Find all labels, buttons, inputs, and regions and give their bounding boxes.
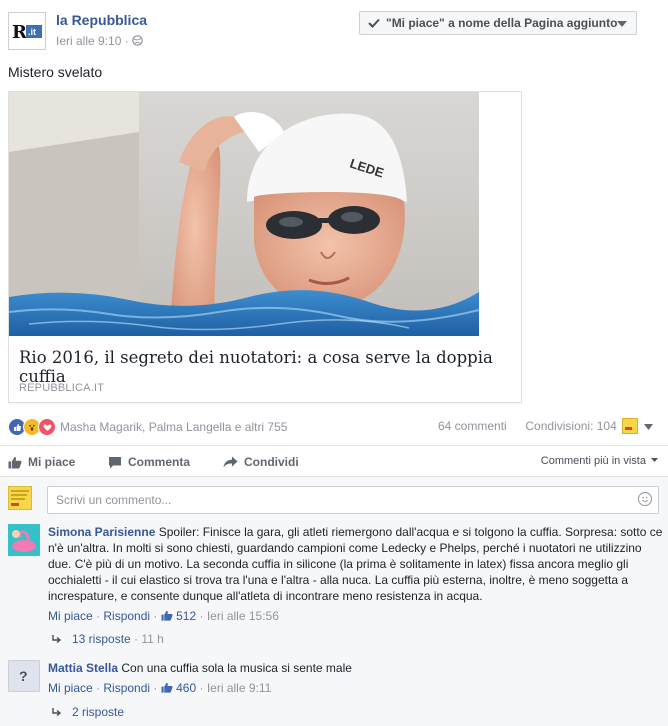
replies-count: 13 risposte — [72, 632, 131, 646]
page-liked-label: "Mi piace" a nome della Pagina aggiunto — [386, 16, 618, 30]
thumbs-up-icon — [161, 610, 173, 621]
like-label: Mi piace — [28, 455, 76, 469]
svg-text:R: R — [12, 22, 28, 43]
like-button[interactable]: Mi piace — [8, 455, 75, 469]
repubblica-logo-icon: R .it — [12, 22, 42, 43]
chevron-down-icon — [617, 21, 627, 27]
comment-placeholder: Scrivi un commento... — [56, 493, 172, 507]
comments-count[interactable]: 64 commenti — [438, 419, 507, 433]
comment-body: Mattia Stella Con una cuffia sola la mus… — [48, 660, 663, 676]
reply-arrow-icon — [52, 708, 62, 716]
emoji-icon[interactable] — [638, 492, 652, 506]
page-name[interactable]: la Repubblica — [56, 12, 147, 28]
share-as-avatar[interactable] — [622, 418, 638, 434]
link-preview-card[interactable]: LEDE Rio 2016, il segreto dei nuotatori:… — [8, 91, 522, 403]
svg-text:?: ? — [19, 668, 28, 684]
comment-time[interactable]: Ieri alle 15:56 — [207, 609, 279, 623]
comment-reply-link[interactable]: Rispondi — [103, 681, 150, 695]
comment-button[interactable]: Commenta — [108, 455, 190, 469]
thumbs-up-icon — [8, 456, 22, 468]
link-domain: REPUBBLICA.IT — [19, 382, 105, 394]
comment-text: Con una cuffia sola la musica si sente m… — [121, 661, 352, 675]
love-reaction-icon — [38, 418, 56, 436]
checkmark-icon — [368, 18, 380, 28]
comment-like-link[interactable]: Mi piace — [48, 681, 93, 695]
comment-like-count[interactable]: 512 — [176, 609, 196, 623]
comment-body: Simona Parisienne Spoiler: Finisce la ga… — [48, 524, 663, 604]
reaction-names[interactable]: Masha Magarik, Palma Langella e altri 75… — [60, 420, 287, 434]
thumbs-up-icon — [161, 682, 173, 693]
view-replies-link[interactable]: 13 risposte · 11 h — [52, 632, 164, 646]
post-action-bar: Mi piace Commenta Condividi Commenti più… — [0, 445, 668, 477]
comment-time[interactable]: Ieri alle 9:11 — [207, 681, 271, 695]
comment-reply-link[interactable]: Rispondi — [103, 609, 150, 623]
share-as-chevron-icon[interactable] — [644, 424, 653, 430]
chevron-down-icon — [651, 458, 658, 462]
meta-separator: · — [124, 34, 129, 48]
avatar-mark — [625, 427, 632, 430]
page-liked-button[interactable]: "Mi piace" a nome della Pagina aggiunto — [359, 11, 637, 35]
share-label: Condividi — [244, 455, 299, 469]
comment-like-count[interactable]: 460 — [176, 681, 196, 695]
replies-count: 2 risposte — [72, 705, 125, 719]
view-replies-link[interactable]: 2 risposte — [52, 705, 124, 719]
replies-time: 11 h — [141, 632, 164, 646]
globe-icon — [132, 35, 143, 46]
comment-author[interactable]: Simona Parisienne — [48, 525, 155, 539]
shares-count[interactable]: Condivisioni: 104 — [525, 419, 616, 433]
commenter-avatar[interactable] — [8, 524, 40, 556]
comment-label: Commenta — [128, 455, 191, 469]
comment-author[interactable]: Mattia Stella — [48, 661, 118, 675]
post-meta: Ieri alle 9:10 · — [56, 34, 143, 48]
comment-sort-label: Commenti più in vista — [540, 455, 646, 467]
svg-text:.it: .it — [28, 27, 36, 37]
comment-like-link[interactable]: Mi piace — [48, 609, 93, 623]
link-title[interactable]: Rio 2016, il segreto dei nuotatori: a co… — [19, 348, 521, 386]
comment-sort-dropdown[interactable]: Commenti più in vista — [541, 455, 658, 467]
current-user-avatar[interactable] — [8, 486, 32, 510]
comment-actions: Mi piace · Rispondi · 460 · Ieri alle 9:… — [48, 681, 272, 695]
post-counts: 64 commenti Condivisioni: 104 — [438, 419, 617, 433]
link-preview-image[interactable]: LEDE — [9, 92, 479, 336]
comment-icon — [109, 456, 121, 468]
reactions-summary[interactable]: Masha Magarik, Palma Langella e altri 75… — [8, 418, 287, 436]
page-logo[interactable]: R .it — [8, 12, 46, 50]
commenter-avatar[interactable]: ? — [8, 660, 40, 692]
swimmer-photo: LEDE — [9, 92, 479, 336]
share-arrow-icon — [223, 456, 238, 468]
unknown-user-icon: ? — [19, 668, 28, 684]
reply-arrow-icon — [52, 635, 62, 643]
post-time[interactable]: Ieri alle 9:10 — [56, 34, 121, 48]
post-text: Mistero svelato — [8, 64, 103, 80]
comment-input[interactable]: Scrivi un commento... — [47, 486, 659, 514]
flamingo-float-icon — [8, 524, 40, 556]
share-button[interactable]: Condividi — [223, 455, 299, 469]
comment-actions: Mi piace · Rispondi · 512 · Ieri alle 15… — [48, 609, 279, 623]
